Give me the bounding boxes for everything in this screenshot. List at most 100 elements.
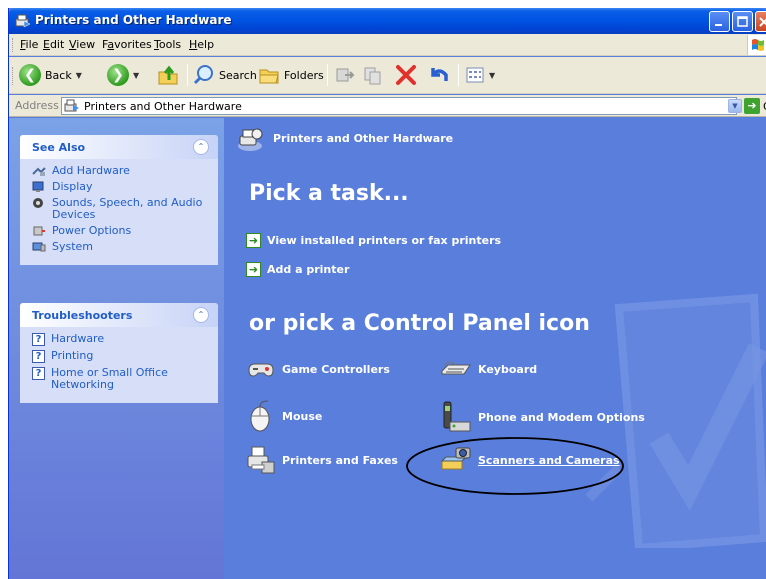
- menu-favorites[interactable]: Favorites: [102, 38, 152, 51]
- folders-icon: [259, 69, 279, 84]
- copy-to-icon: [364, 67, 381, 85]
- close-button[interactable]: [755, 11, 766, 32]
- printer-fax-icon: [247, 446, 275, 474]
- forward-dropdown-icon[interactable]: ▼: [133, 71, 139, 80]
- see-also-list: Add Hardware Display Sounds, Speech, and…: [20, 159, 218, 265]
- explorer-window: Printers and Other Hardware File Edit Vi…: [8, 8, 766, 579]
- undo-icon: [431, 68, 448, 81]
- search-icon: [193, 65, 213, 85]
- troubleshooters-header[interactable]: Troubleshooters ⌃: [20, 303, 218, 327]
- menu-tools[interactable]: Tools: [154, 38, 181, 51]
- cp-keyboard[interactable]: Keyboard: [440, 358, 537, 380]
- window-title: Printers and Other Hardware: [35, 13, 232, 27]
- address-label: Address: [15, 99, 59, 112]
- main-content-pane: Printers and Other Hardware Pick a task.…: [224, 118, 766, 579]
- left-task-pane: See Also ⌃ Add Hardware Display Sounds, …: [9, 118, 224, 579]
- troubleshooter-networking[interactable]: ? Home or Small Office Networking: [32, 367, 208, 391]
- up-folder-icon: [158, 65, 178, 85]
- keyboard-icon: [441, 361, 471, 375]
- toolbar-separator: [187, 64, 188, 86]
- menu-help[interactable]: Help: [189, 38, 214, 51]
- search-button[interactable]: Search: [193, 63, 257, 87]
- menu-grip: [12, 38, 15, 52]
- cp-game-controllers[interactable]: Game Controllers: [246, 358, 390, 380]
- printer-hardware-icon: [64, 99, 79, 112]
- address-field[interactable]: Printers and Other Hardware ▼: [61, 97, 742, 115]
- add-hardware-icon: [32, 167, 46, 176]
- see-also-system[interactable]: System: [32, 241, 208, 253]
- power-options-icon: [33, 226, 45, 236]
- task-arrow-icon: ➜: [246, 262, 261, 277]
- pick-control-panel-icon-heading: or pick a Control Panel icon: [249, 311, 590, 336]
- help-icon: ?: [32, 350, 45, 363]
- see-also-header[interactable]: See Also ⌃: [20, 135, 218, 159]
- mouse-icon: [250, 400, 270, 432]
- highlight-ellipse-annotation: [406, 437, 624, 495]
- copy-to-button[interactable]: [362, 63, 384, 87]
- toolbar-separator: [458, 64, 459, 86]
- printer-hardware-icon: [15, 14, 31, 28]
- windows-logo-icon: [747, 35, 766, 55]
- display-icon: [32, 181, 44, 192]
- back-arrow-icon: ❮: [19, 64, 41, 86]
- views-button[interactable]: ▼: [465, 63, 495, 87]
- close-icon: [759, 17, 766, 27]
- troubleshooters-title: Troubleshooters: [32, 309, 133, 322]
- task-view-installed-printers[interactable]: ➜ View installed printers or fax printer…: [246, 233, 501, 248]
- see-also-add-hardware[interactable]: Add Hardware: [32, 165, 208, 177]
- menu-bar: File Edit View Favorites Tools Help: [9, 34, 766, 56]
- see-also-power-options[interactable]: Power Options: [32, 225, 208, 237]
- go-arrow-icon: ➜: [744, 98, 760, 114]
- cp-printers-and-faxes[interactable]: Printers and Faxes: [246, 445, 398, 475]
- move-to-icon: [336, 68, 355, 82]
- troubleshooters-list: ? Hardware ? Printing ? Home or Small Of…: [20, 327, 218, 403]
- maximize-icon: [737, 16, 748, 27]
- troubleshooter-printing[interactable]: ? Printing: [32, 350, 208, 363]
- title-bar[interactable]: Printers and Other Hardware: [9, 8, 766, 34]
- back-dropdown-icon[interactable]: ▼: [76, 71, 82, 80]
- delete-icon: [396, 65, 416, 85]
- move-to-button[interactable]: [334, 63, 356, 87]
- go-button[interactable]: ➜ Go: [744, 98, 766, 114]
- troubleshooters-panel: Troubleshooters ⌃ ? Hardware ? Printing …: [20, 303, 218, 403]
- menu-view[interactable]: View: [69, 38, 95, 51]
- cp-phone-modem-options[interactable]: Phone and Modem Options: [440, 400, 645, 434]
- up-folder-button[interactable]: [157, 63, 179, 87]
- views-dropdown-icon[interactable]: ▼: [489, 71, 495, 80]
- see-also-display[interactable]: Display: [32, 181, 208, 193]
- maximize-button[interactable]: [732, 11, 753, 32]
- folders-button[interactable]: Folders: [258, 63, 324, 87]
- cp-mouse[interactable]: Mouse: [246, 400, 322, 432]
- toolbar-separator: [327, 64, 328, 86]
- game-controller-icon: [248, 363, 274, 377]
- menu-edit[interactable]: Edit: [43, 38, 64, 51]
- delete-button[interactable]: [394, 63, 418, 87]
- main-header-title: Printers and Other Hardware: [273, 132, 454, 145]
- task-add-printer[interactable]: ➜ Add a printer: [246, 262, 349, 277]
- menu-file[interactable]: File: [20, 38, 38, 51]
- see-also-panel: See Also ⌃ Add Hardware Display Sounds, …: [20, 135, 218, 265]
- forward-button[interactable]: ❯ ▼: [107, 63, 139, 87]
- see-also-sounds[interactable]: Sounds, Speech, and Audio Devices: [32, 197, 208, 221]
- pick-a-task-heading: Pick a task...: [249, 181, 409, 206]
- address-dropdown-icon[interactable]: ▼: [728, 99, 742, 113]
- undo-button[interactable]: [426, 63, 450, 87]
- address-bar: Address Printers and Other Hardware ▼ ➜ …: [9, 95, 766, 117]
- standard-toolbar: ❮ Back ▼ ❯ ▼ Search Folders ▼: [9, 57, 766, 94]
- sounds-icon: [33, 198, 43, 208]
- views-icon: [466, 67, 484, 83]
- troubleshooter-hardware[interactable]: ? Hardware: [32, 333, 208, 346]
- collapse-chevron-icon[interactable]: ⌃: [193, 307, 209, 323]
- system-icon: [32, 242, 46, 252]
- see-also-title: See Also: [32, 141, 86, 154]
- minimize-button[interactable]: [709, 11, 730, 32]
- forward-arrow-icon: ❯: [107, 64, 129, 86]
- help-icon: ?: [32, 333, 45, 346]
- phone-modem-icon: [443, 401, 471, 432]
- address-value: Printers and Other Hardware: [84, 100, 242, 113]
- minimize-icon: [715, 24, 722, 26]
- help-icon: ?: [32, 367, 45, 380]
- collapse-chevron-icon[interactable]: ⌃: [193, 139, 209, 155]
- toolbar-grip: [12, 67, 15, 85]
- back-button[interactable]: ❮ Back ▼: [19, 63, 82, 87]
